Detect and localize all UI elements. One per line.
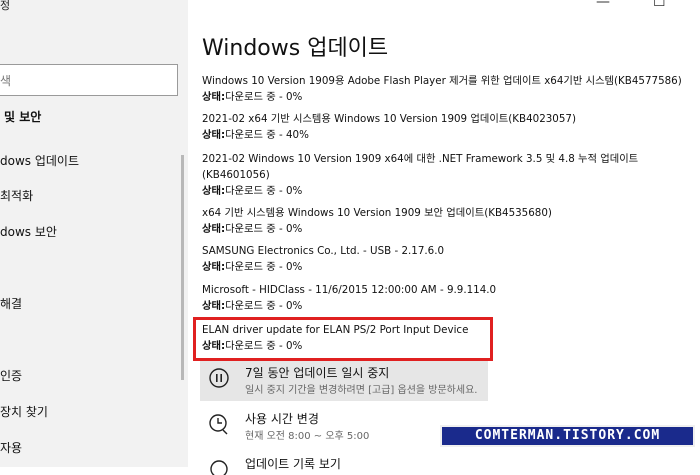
clock-icon: [209, 414, 228, 435]
sidebar-item-delivery-optimization[interactable]: 최적화: [0, 187, 33, 204]
highlight-box: [193, 317, 493, 361]
settings-sidebar: 정 색 및 보안 dows 업데이트 최적화 dows 보안 해결 인증 장치 …: [0, 0, 188, 467]
update-status: 상태:다운로드 중 - 0%: [202, 183, 642, 199]
search-input[interactable]: 색: [0, 64, 178, 96]
status-label: 상태:: [202, 91, 226, 103]
history-icon: [210, 460, 228, 475]
pause-title: 7일 동안 업데이트 일시 중지: [245, 366, 390, 380]
update-status: 상태:다운로드 중 - 0%: [202, 259, 692, 275]
sidebar-header-fragment: 정: [0, 0, 11, 12]
status-label: 상태:: [202, 129, 226, 141]
history-title: 업데이트 기록 보기: [245, 457, 341, 471]
search-placeholder: 색: [0, 74, 12, 88]
sidebar-item-windows-update[interactable]: dows 업데이트: [0, 152, 79, 169]
update-item: x64 기반 시스템용 Windows 10 Version 1909 보안 업…: [202, 205, 692, 237]
status-value: 다운로드 중 - 0%: [225, 91, 303, 103]
sidebar-section-title: 및 보안: [4, 110, 42, 124]
update-item: SAMSUNG Electronics Co., Ltd. - USB - 2.…: [202, 243, 692, 275]
active-hours-title: 사용 시간 변경: [245, 412, 319, 426]
update-name: Microsoft - HIDClass - 11/6/2015 12:00:0…: [202, 284, 497, 296]
update-status: 상태:다운로드 중 - 0%: [202, 221, 692, 237]
watermark: COMTERMAN.TISTORY.COM: [440, 425, 695, 447]
sidebar-item-windows-security[interactable]: dows 보안: [0, 223, 57, 240]
maximize-button[interactable]: ☐: [653, 0, 666, 10]
status-value: 다운로드 중 - 0%: [225, 185, 303, 197]
update-status: 상태:다운로드 중 - 0%: [202, 298, 692, 314]
update-item: 2021-02 Windows 10 Version 1909 x64에 대한 …: [202, 151, 642, 199]
page-title: Windows 업데이트: [202, 36, 389, 61]
update-name: Windows 10 Version 1909용 Adobe Flash Pla…: [202, 75, 682, 87]
status-value: 다운로드 중 - 0%: [225, 261, 303, 273]
pause-updates-button[interactable]: 7일 동안 업데이트 일시 중지 일시 중지 기간을 변경하려면 [고급] 옵션…: [207, 364, 497, 398]
update-status: 상태:다운로드 중 - 40%: [202, 127, 692, 143]
status-value: 다운로드 중 - 0%: [225, 223, 303, 235]
pause-icon: [209, 368, 229, 388]
update-name: 2021-02 x64 기반 시스템용 Windows 10 Version 1…: [202, 113, 576, 125]
status-label: 상태:: [202, 223, 226, 235]
update-name: x64 기반 시스템용 Windows 10 Version 1909 보안 업…: [202, 207, 552, 219]
active-hours-subtitle: 현재 오전 8:00 ~ 오후 5:00: [245, 431, 370, 442]
sidebar-item-activation[interactable]: 인증: [0, 367, 22, 384]
status-label: 상태:: [202, 300, 226, 312]
status-value: 다운로드 중 - 0%: [225, 300, 303, 312]
pause-subtitle: 일시 중지 기간을 변경하려면 [고급] 옵션을 방문하세요.: [245, 385, 478, 396]
status-value: 다운로드 중 - 40%: [225, 129, 309, 141]
update-item: Microsoft - HIDClass - 11/6/2015 12:00:0…: [202, 282, 692, 314]
sidebar-item-for-developers[interactable]: 자용: [0, 439, 22, 456]
status-label: 상태:: [202, 261, 226, 273]
view-update-history-button[interactable]: 업데이트 기록 보기: [207, 455, 497, 475]
sidebar-scrollbar[interactable]: [181, 155, 184, 380]
update-status: 상태:다운로드 중 - 0%: [202, 89, 692, 105]
update-item: 2021-02 x64 기반 시스템용 Windows 10 Version 1…: [202, 111, 692, 143]
sidebar-item-find-my-device[interactable]: 장치 찾기: [0, 403, 48, 420]
status-label: 상태:: [202, 185, 226, 197]
minimize-button[interactable]: —: [596, 0, 610, 10]
sidebar-item-troubleshoot[interactable]: 해결: [0, 295, 22, 312]
update-name: 2021-02 Windows 10 Version 1909 x64에 대한 …: [202, 153, 639, 181]
update-name: SAMSUNG Electronics Co., Ltd. - USB - 2.…: [202, 245, 445, 257]
update-item: Windows 10 Version 1909용 Adobe Flash Pla…: [202, 73, 692, 105]
